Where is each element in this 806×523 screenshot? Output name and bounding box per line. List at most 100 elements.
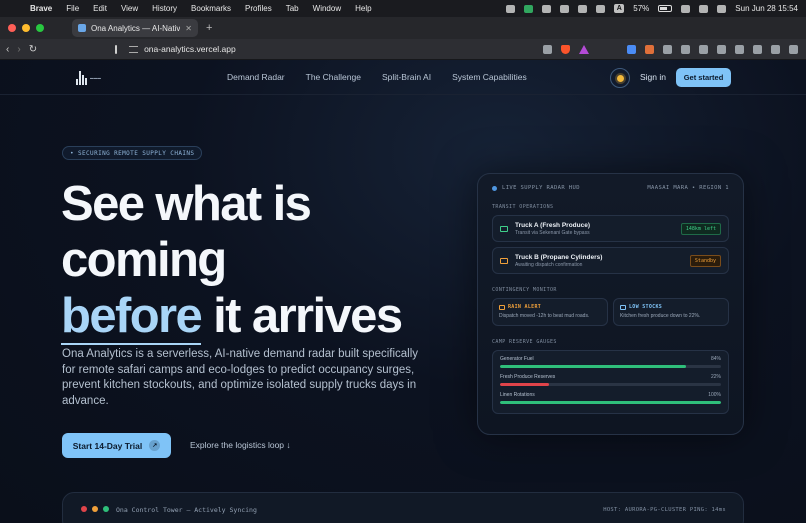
brave-rewards-icon[interactable] — [579, 44, 590, 54]
hero-description: Ona Analytics is a serverless, AI-native… — [62, 348, 419, 407]
truck-distance-badge: 148km left — [680, 222, 721, 235]
hud-region: MAASAI MARA • REGION 1 — [647, 185, 729, 191]
menu-history[interactable]: History — [152, 4, 177, 13]
bookmark-icon[interactable] — [115, 44, 118, 54]
android-icon[interactable] — [524, 4, 534, 13]
menu-window[interactable]: Window — [313, 4, 341, 13]
terminal-dots — [81, 506, 109, 512]
url-text: ona-analytics.vercel.app — [144, 44, 236, 54]
shortcut-icon[interactable] — [506, 4, 516, 13]
gauge-percent: 100% — [708, 392, 721, 398]
explore-logistics-link[interactable]: Explore the logistics loop ↓ — [190, 440, 291, 450]
extension-icon[interactable] — [663, 44, 673, 54]
hud-title: LIVE SUPPLY RADAR HUD — [502, 185, 580, 191]
search-icon[interactable] — [681, 4, 691, 13]
menu-tab[interactable]: Tab — [286, 4, 299, 13]
live-indicator-icon — [492, 185, 497, 191]
truck-name: Truck A (Fresh Produce) — [515, 221, 591, 229]
extensions-puzzle-icon[interactable] — [717, 44, 727, 54]
menu-bookmarks[interactable]: Bookmarks — [191, 4, 231, 13]
menu-help[interactable]: Help — [355, 4, 371, 13]
start-trial-button[interactable]: Start 14-Day Trial ↗ — [62, 433, 171, 458]
extension-icon[interactable] — [699, 44, 709, 54]
gauge-fill — [500, 365, 686, 368]
menu-file[interactable]: File — [66, 4, 79, 13]
extension-icon[interactable] — [627, 44, 637, 54]
nav-split-brain-ai[interactable]: Split-Brain AI — [382, 72, 431, 82]
battery-percent: 57% — [633, 4, 650, 13]
share-icon[interactable] — [543, 44, 553, 54]
browser-tab-bar: Ona Analytics — AI-Native De ✕ + — [0, 17, 806, 39]
logo-wordmark: ▬▬▬ — [90, 76, 102, 80]
favicon-icon — [78, 24, 86, 32]
brave-shields-icon[interactable] — [561, 44, 571, 54]
browser-tab-active[interactable]: Ona Analytics — AI-Native De ✕ — [72, 19, 198, 37]
headline-line-2: coming — [61, 233, 227, 287]
play-icon[interactable] — [578, 4, 588, 13]
theme-toggle-button[interactable] — [610, 68, 630, 88]
truck-name: Truck B (Propane Cylinders) — [515, 253, 603, 261]
window-controls — [0, 24, 44, 32]
cloud-icon[interactable] — [596, 4, 606, 13]
sun-icon — [616, 74, 624, 82]
control-center-icon[interactable] — [717, 4, 727, 13]
lightning-icon — [620, 304, 626, 310]
battery-icon[interactable] — [658, 5, 673, 12]
truck-standby-badge: Standby — [689, 254, 721, 267]
nav-system-capabilities[interactable]: System Capabilities — [452, 72, 527, 82]
close-tab-icon[interactable]: ✕ — [185, 24, 192, 33]
menubar-clock[interactable]: Sun Jun 28 15:54 — [735, 4, 798, 13]
alert-title: RAIN ALERT — [508, 304, 542, 310]
macos-menubar: Brave File Edit View History Bookmarks P… — [0, 0, 806, 17]
user-icon[interactable] — [699, 4, 709, 13]
nav-demand-radar[interactable]: Demand Radar — [227, 72, 285, 82]
sign-in-link[interactable]: Sign in — [640, 72, 666, 82]
vpn-icon[interactable] — [789, 44, 799, 54]
browser-toolbar: ‹ › ↻ ona-analytics.vercel.app — [0, 39, 806, 60]
gauge-fresh-produce: Fresh Produce Reserves 22% — [500, 374, 721, 386]
low-stocks-card: LOW STOCKS Kitchen fresh produce down to… — [613, 298, 729, 326]
minimize-window-button[interactable] — [22, 24, 30, 32]
truck-row: Truck A (Fresh Produce) Transit via Seke… — [492, 215, 729, 242]
zoom-window-button[interactable] — [36, 24, 44, 32]
extension-icon[interactable] — [645, 44, 655, 54]
new-tab-icon[interactable]: + — [206, 22, 212, 34]
input-source-icon[interactable]: A — [614, 4, 625, 13]
site-nav: Demand Radar The Challenge Split-Brain A… — [227, 72, 548, 82]
address-bar[interactable]: ona-analytics.vercel.app — [125, 42, 535, 57]
forward-icon[interactable]: › — [17, 44, 20, 55]
nav-the-challenge[interactable]: The Challenge — [306, 72, 361, 82]
bluetooth-icon[interactable] — [560, 4, 570, 13]
extension-icon[interactable] — [681, 44, 691, 54]
start-trial-label: Start 14-Day Trial — [72, 440, 143, 451]
yellow-dot-icon — [92, 506, 98, 512]
wallet-icon[interactable] — [753, 44, 763, 54]
gauge-track — [500, 401, 721, 404]
moon-icon[interactable] — [542, 4, 552, 13]
back-icon[interactable]: ‹ — [6, 44, 9, 55]
website-viewport: ▬▬▬ Demand Radar The Challenge Split-Bra… — [0, 60, 806, 523]
menu-view[interactable]: View — [121, 4, 138, 13]
get-started-button[interactable]: Get started — [676, 68, 731, 87]
truck-status: Transit via Sekenani Gate bypass — [515, 229, 590, 236]
gauge-label: Generator Fuel — [500, 356, 534, 362]
hud-header: LIVE SUPPLY RADAR HUD MAASAI MARA • REGI… — [492, 185, 729, 191]
reload-icon[interactable]: ↻ — [29, 44, 37, 55]
menu-edit[interactable]: Edit — [93, 4, 107, 13]
site-settings-icon[interactable] — [129, 45, 139, 53]
ona-logo[interactable]: ▬▬▬ — [76, 69, 116, 87]
gauge-track — [500, 383, 721, 386]
alert-detail: Dispatch moved -12h to beat mud roads. — [499, 313, 590, 319]
menu-profiles[interactable]: Profiles — [245, 4, 272, 13]
sidebar-icon[interactable] — [735, 44, 745, 54]
gauge-linen-rotations: Linen Rotations 100% — [500, 392, 721, 404]
menu-app-name[interactable]: Brave — [30, 4, 52, 13]
leo-ai-icon[interactable] — [771, 44, 781, 54]
contingency-alerts: RAIN ALERT Dispatch moved -12h to beat m… — [492, 298, 729, 326]
headline-highlight: before — [61, 289, 203, 345]
close-window-button[interactable] — [8, 24, 16, 32]
gauge-fill — [500, 383, 549, 386]
alert-title: LOW STOCKS — [629, 304, 663, 310]
tab-title: Ona Analytics — AI-Native De — [91, 23, 181, 33]
gauge-label: Linen Rotations — [500, 392, 535, 398]
